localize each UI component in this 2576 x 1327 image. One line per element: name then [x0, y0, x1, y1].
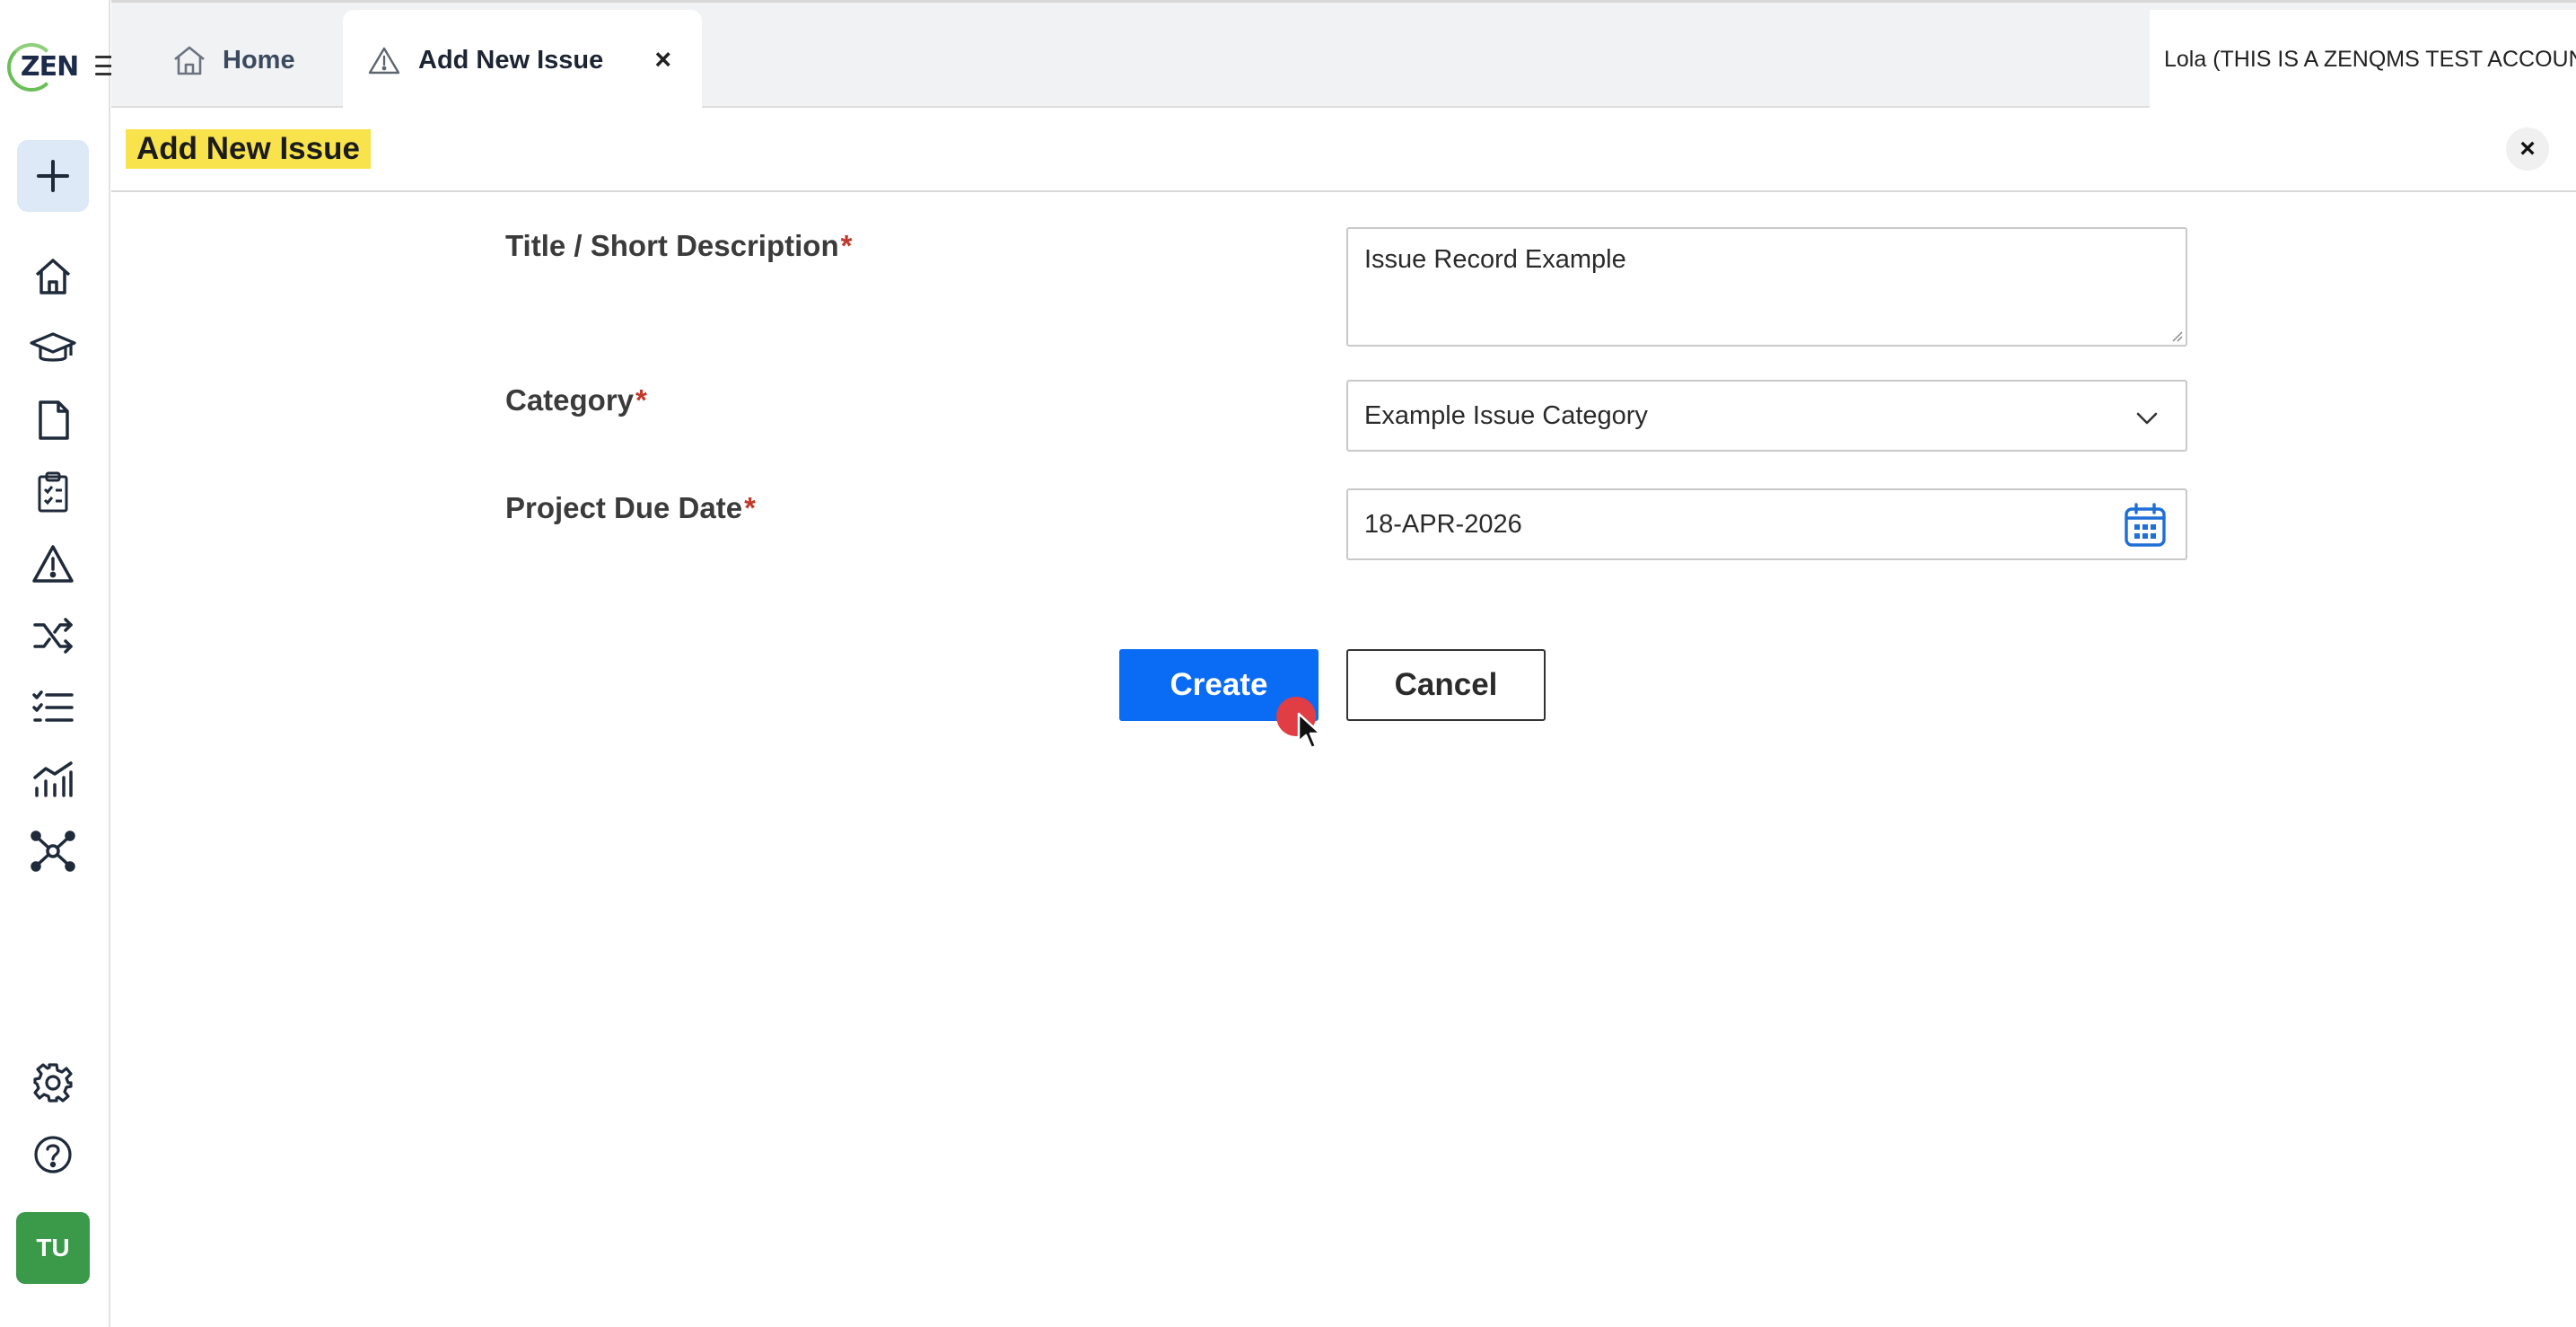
warning-triangle-icon: [32, 545, 74, 583]
close-form-icon[interactable]: ×: [2506, 127, 2549, 171]
logo-text: ZEN: [20, 50, 79, 83]
page-header: Add New Issue ×: [111, 108, 2576, 192]
checklist-icon: [32, 690, 74, 722]
clipboard-checklist-icon: [38, 471, 68, 513]
mouse-cursor-icon: [1297, 712, 1322, 750]
zen-logo[interactable]: ZEN: [7, 40, 79, 93]
user-account-name[interactable]: Lola (THIS IS A ZENQMS TEST ACCOUNT): [2150, 10, 2576, 109]
required-marker: *: [635, 383, 647, 417]
required-marker: *: [744, 491, 756, 524]
resize-grip-icon[interactable]: [2169, 328, 2183, 342]
sidebar-item-audits[interactable]: [26, 465, 80, 519]
tab-add-new-issue[interactable]: Add New Issue ×: [343, 10, 702, 110]
due-date-field-label: Project Due Date*: [505, 491, 756, 525]
gear-icon: [33, 1063, 73, 1103]
category-select[interactable]: Example Issue Category: [1346, 380, 2187, 452]
category-value: Example Issue Category: [1364, 400, 1648, 430]
chevron-down-icon: [2136, 412, 2158, 425]
sidebar-item-documents[interactable]: [26, 393, 80, 447]
document-icon: [39, 400, 69, 440]
help-icon: [34, 1136, 72, 1173]
tab-add-new-issue-label: Add New Issue: [418, 45, 604, 75]
sidebar: ZEN TU: [0, 0, 110, 1327]
graduation-cap-icon: [30, 332, 76, 362]
tab-home-label: Home: [223, 45, 295, 75]
analytics-chart-icon: [33, 761, 73, 797]
title-label-text: Title / Short Description: [505, 229, 839, 262]
plus-icon: [37, 160, 69, 192]
category-field-label: Category*: [505, 383, 647, 417]
home-icon: [174, 46, 205, 75]
due-date-value: 18-APR-2026: [1364, 509, 1522, 539]
title-value: Issue Record Example: [1364, 245, 1626, 274]
category-label-text: Category: [505, 383, 635, 417]
sidebar-item-network[interactable]: [26, 824, 80, 878]
sidebar-item-home[interactable]: [26, 250, 80, 303]
title-field-label: Title / Short Description*: [505, 229, 852, 263]
avatar[interactable]: TU: [16, 1212, 90, 1284]
sidebar-item-training[interactable]: [26, 321, 80, 375]
sidebar-item-help[interactable]: [26, 1128, 80, 1182]
page-title: Add New Issue: [126, 129, 371, 169]
tab-home[interactable]: Home: [172, 10, 334, 110]
sidebar-item-tasks[interactable]: [26, 681, 80, 734]
tab-close-icon[interactable]: ×: [654, 45, 671, 74]
title-textarea[interactable]: Issue Record Example: [1346, 227, 2187, 347]
warning-triangle-icon: [368, 47, 400, 75]
cancel-button[interactable]: Cancel: [1346, 649, 1546, 721]
shuffle-icon: [33, 618, 73, 654]
home-icon: [35, 259, 71, 294]
sidebar-item-settings[interactable]: [26, 1056, 80, 1110]
create-new-button[interactable]: [17, 140, 89, 212]
required-marker: *: [840, 229, 853, 262]
calendar-icon[interactable]: [2123, 502, 2168, 549]
sidebar-item-analytics[interactable]: [26, 752, 80, 806]
sidebar-item-change[interactable]: [26, 609, 80, 663]
tab-bar: Home Add New Issue × Lola (THIS IS A ZEN…: [111, 0, 2576, 110]
sidebar-item-issues[interactable]: [26, 537, 80, 591]
due-date-label-text: Project Due Date: [505, 491, 743, 524]
network-hub-icon: [31, 830, 75, 872]
due-date-input[interactable]: 18-APR-2026: [1346, 488, 2187, 560]
